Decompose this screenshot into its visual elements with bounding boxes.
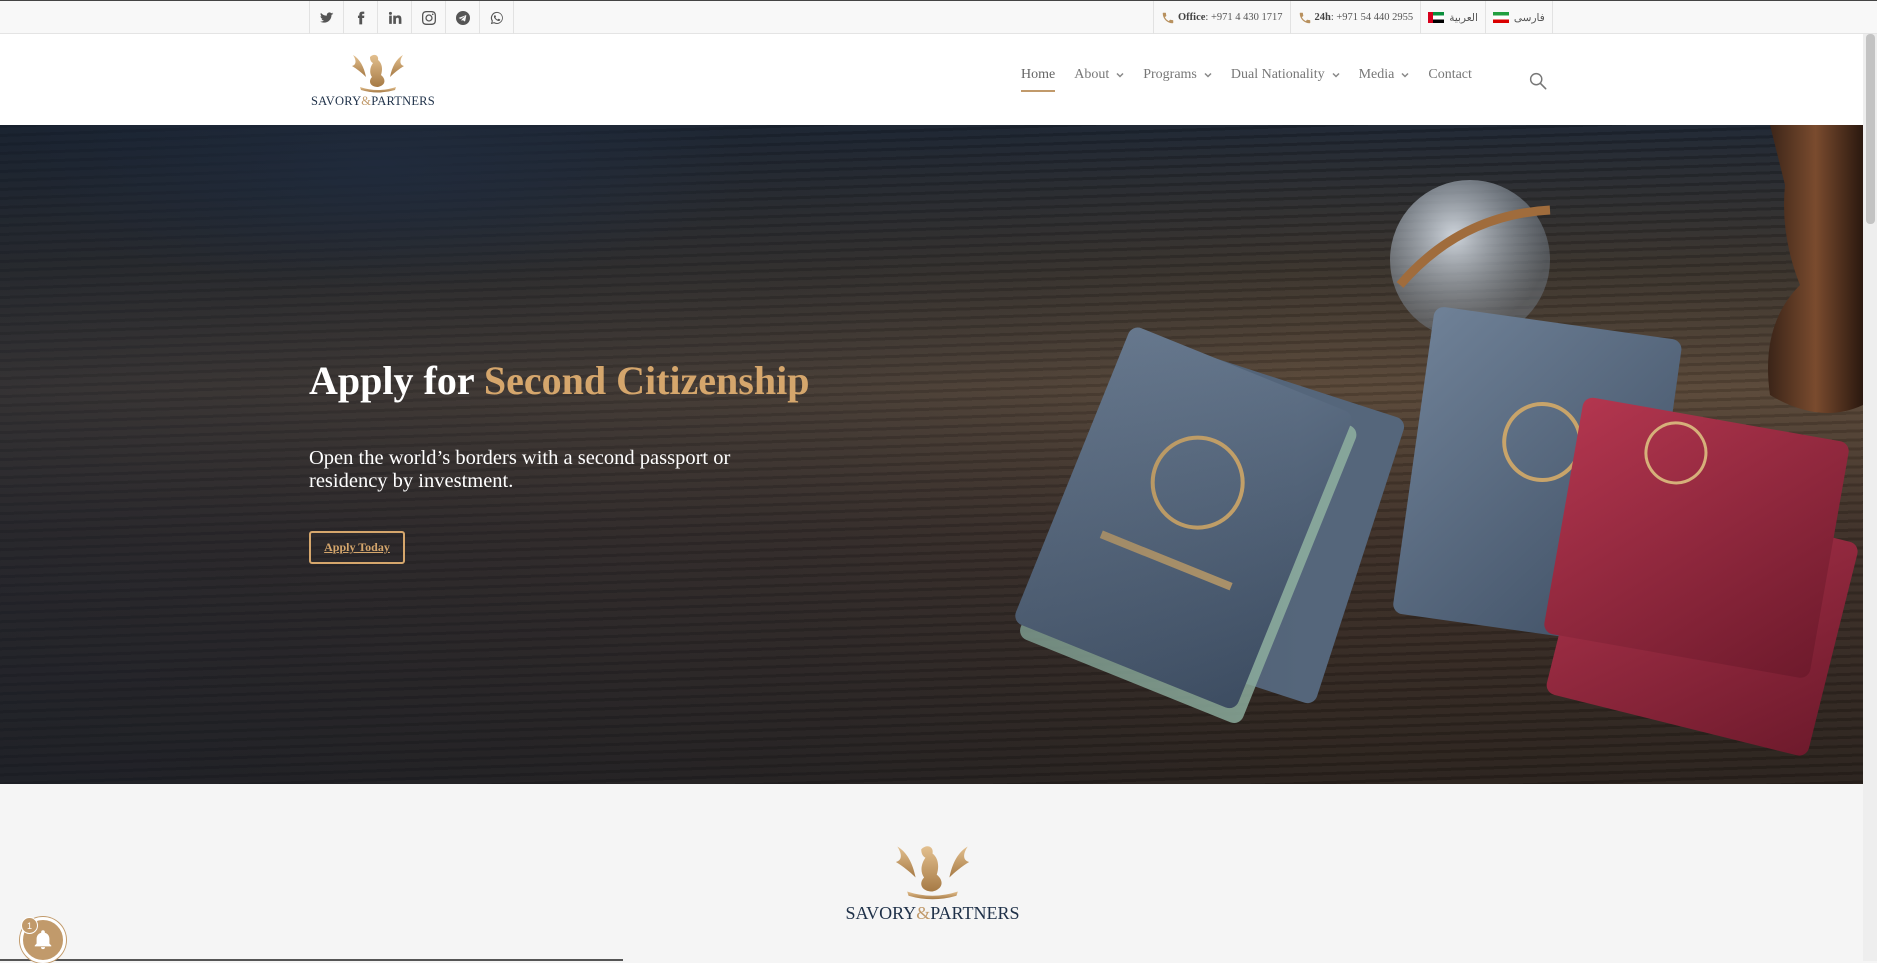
nav-media-label: Media	[1358, 67, 1395, 82]
nav-contact[interactable]: Contact	[1428, 67, 1472, 83]
facebook-link[interactable]	[344, 1, 378, 34]
hero-title-prefix: Apply for	[309, 358, 484, 403]
hero-title-accent: Second Citizenship	[483, 358, 810, 403]
facebook-icon	[357, 11, 364, 24]
lang-arabic-link[interactable]: العربية	[1421, 1, 1486, 34]
hero-banner: Apply for Second Citizenship Open the wo…	[0, 125, 1863, 784]
logo-word-savory: SAVORY	[845, 903, 917, 923]
notification-count-badge: 1	[21, 917, 38, 934]
telegram-icon	[455, 10, 470, 25]
section-logo-wordmark: SAVORY&PARTNERS	[835, 903, 1030, 924]
chevron-down-icon	[1204, 72, 1212, 78]
hero-title: Apply for Second Citizenship	[309, 357, 809, 404]
linkedin-icon	[388, 11, 401, 24]
phone-icon	[1162, 12, 1174, 23]
nav-contact-label: Contact	[1428, 67, 1472, 82]
linkedin-link[interactable]	[378, 1, 412, 34]
hotline-label: 24h	[1314, 12, 1331, 23]
phoenix-logo-icon	[352, 54, 404, 93]
lang-farsi-label: فارسی	[1513, 12, 1545, 24]
section-logo: SAVORY&PARTNERS	[835, 838, 1030, 928]
site-logo[interactable]: SAVORY&PARTNERS	[310, 49, 450, 113]
main-nav: Home About Programs Dual Nationality Med…	[1021, 67, 1491, 92]
chevron-down-icon	[1401, 72, 1409, 78]
top-bar: Office: +971 4 430 1717 24h: +971 54 440…	[0, 0, 1877, 34]
hero-overlay	[0, 125, 1863, 784]
nav-home[interactable]: Home	[1021, 67, 1056, 92]
office-number: : +971 4 430 1717	[1205, 12, 1283, 23]
lang-arabic-label: العربية	[1449, 12, 1478, 24]
whatsapp-link[interactable]	[480, 1, 514, 34]
chevron-down-icon	[1116, 72, 1124, 78]
nav-about-label: About	[1074, 67, 1110, 82]
notification-bell-button[interactable]: 1	[20, 917, 66, 963]
bell-icon	[34, 930, 52, 950]
telegram-link[interactable]	[446, 1, 480, 34]
nav-programs-label: Programs	[1143, 67, 1197, 82]
nav-about[interactable]: About	[1074, 67, 1124, 83]
scrollbar-thumb[interactable]	[1866, 34, 1875, 224]
instagram-link[interactable]	[412, 1, 446, 34]
nav-programs[interactable]: Programs	[1143, 67, 1212, 83]
page-scrollbar[interactable]	[1863, 34, 1877, 961]
office-phone[interactable]: Office: +971 4 430 1717	[1154, 1, 1291, 34]
nav-home-label: Home	[1021, 67, 1056, 82]
phone-icon	[1299, 12, 1310, 23]
phoenix-logo-icon	[895, 846, 970, 900]
search-icon[interactable]	[1529, 72, 1547, 90]
logo-word-savory: SAVORY	[311, 94, 362, 108]
hotline-phone[interactable]: 24h: +971 54 440 2955	[1291, 1, 1422, 34]
office-label: Office	[1178, 12, 1206, 23]
twitter-link[interactable]	[310, 1, 344, 34]
contact-bar: Office: +971 4 430 1717 24h: +971 54 440…	[1153, 1, 1553, 34]
site-header: SAVORY&PARTNERS Home About Programs Dual…	[0, 34, 1863, 125]
iran-flag-icon	[1492, 12, 1509, 23]
apply-today-button[interactable]: Apply Today	[309, 531, 405, 564]
nav-media[interactable]: Media	[1359, 67, 1410, 83]
logo-word-partners: PARTNERS	[930, 903, 1020, 923]
whatsapp-icon	[490, 11, 503, 24]
nav-dual-nationality-label: Dual Nationality	[1230, 67, 1325, 82]
logo-wordmark: SAVORY&PARTNERS	[311, 94, 435, 109]
twitter-icon	[319, 11, 333, 23]
social-links	[309, 1, 514, 34]
lang-farsi-link[interactable]: فارسی	[1486, 1, 1553, 34]
hotline-number: : +971 54 440 2955	[1330, 12, 1414, 23]
hero-subtitle: Open the world’s borders with a second p…	[309, 447, 731, 492]
instagram-icon	[421, 10, 436, 25]
logo-ampersand: &	[916, 903, 931, 923]
logo-word-partners: PARTNERS	[371, 94, 435, 108]
intro-section: SAVORY&PARTNERS	[0, 784, 1863, 961]
nav-dual-nationality[interactable]: Dual Nationality	[1231, 67, 1340, 83]
uae-flag-icon	[1428, 12, 1445, 23]
logo-ampersand: &	[361, 94, 372, 108]
chevron-down-icon	[1332, 72, 1340, 78]
